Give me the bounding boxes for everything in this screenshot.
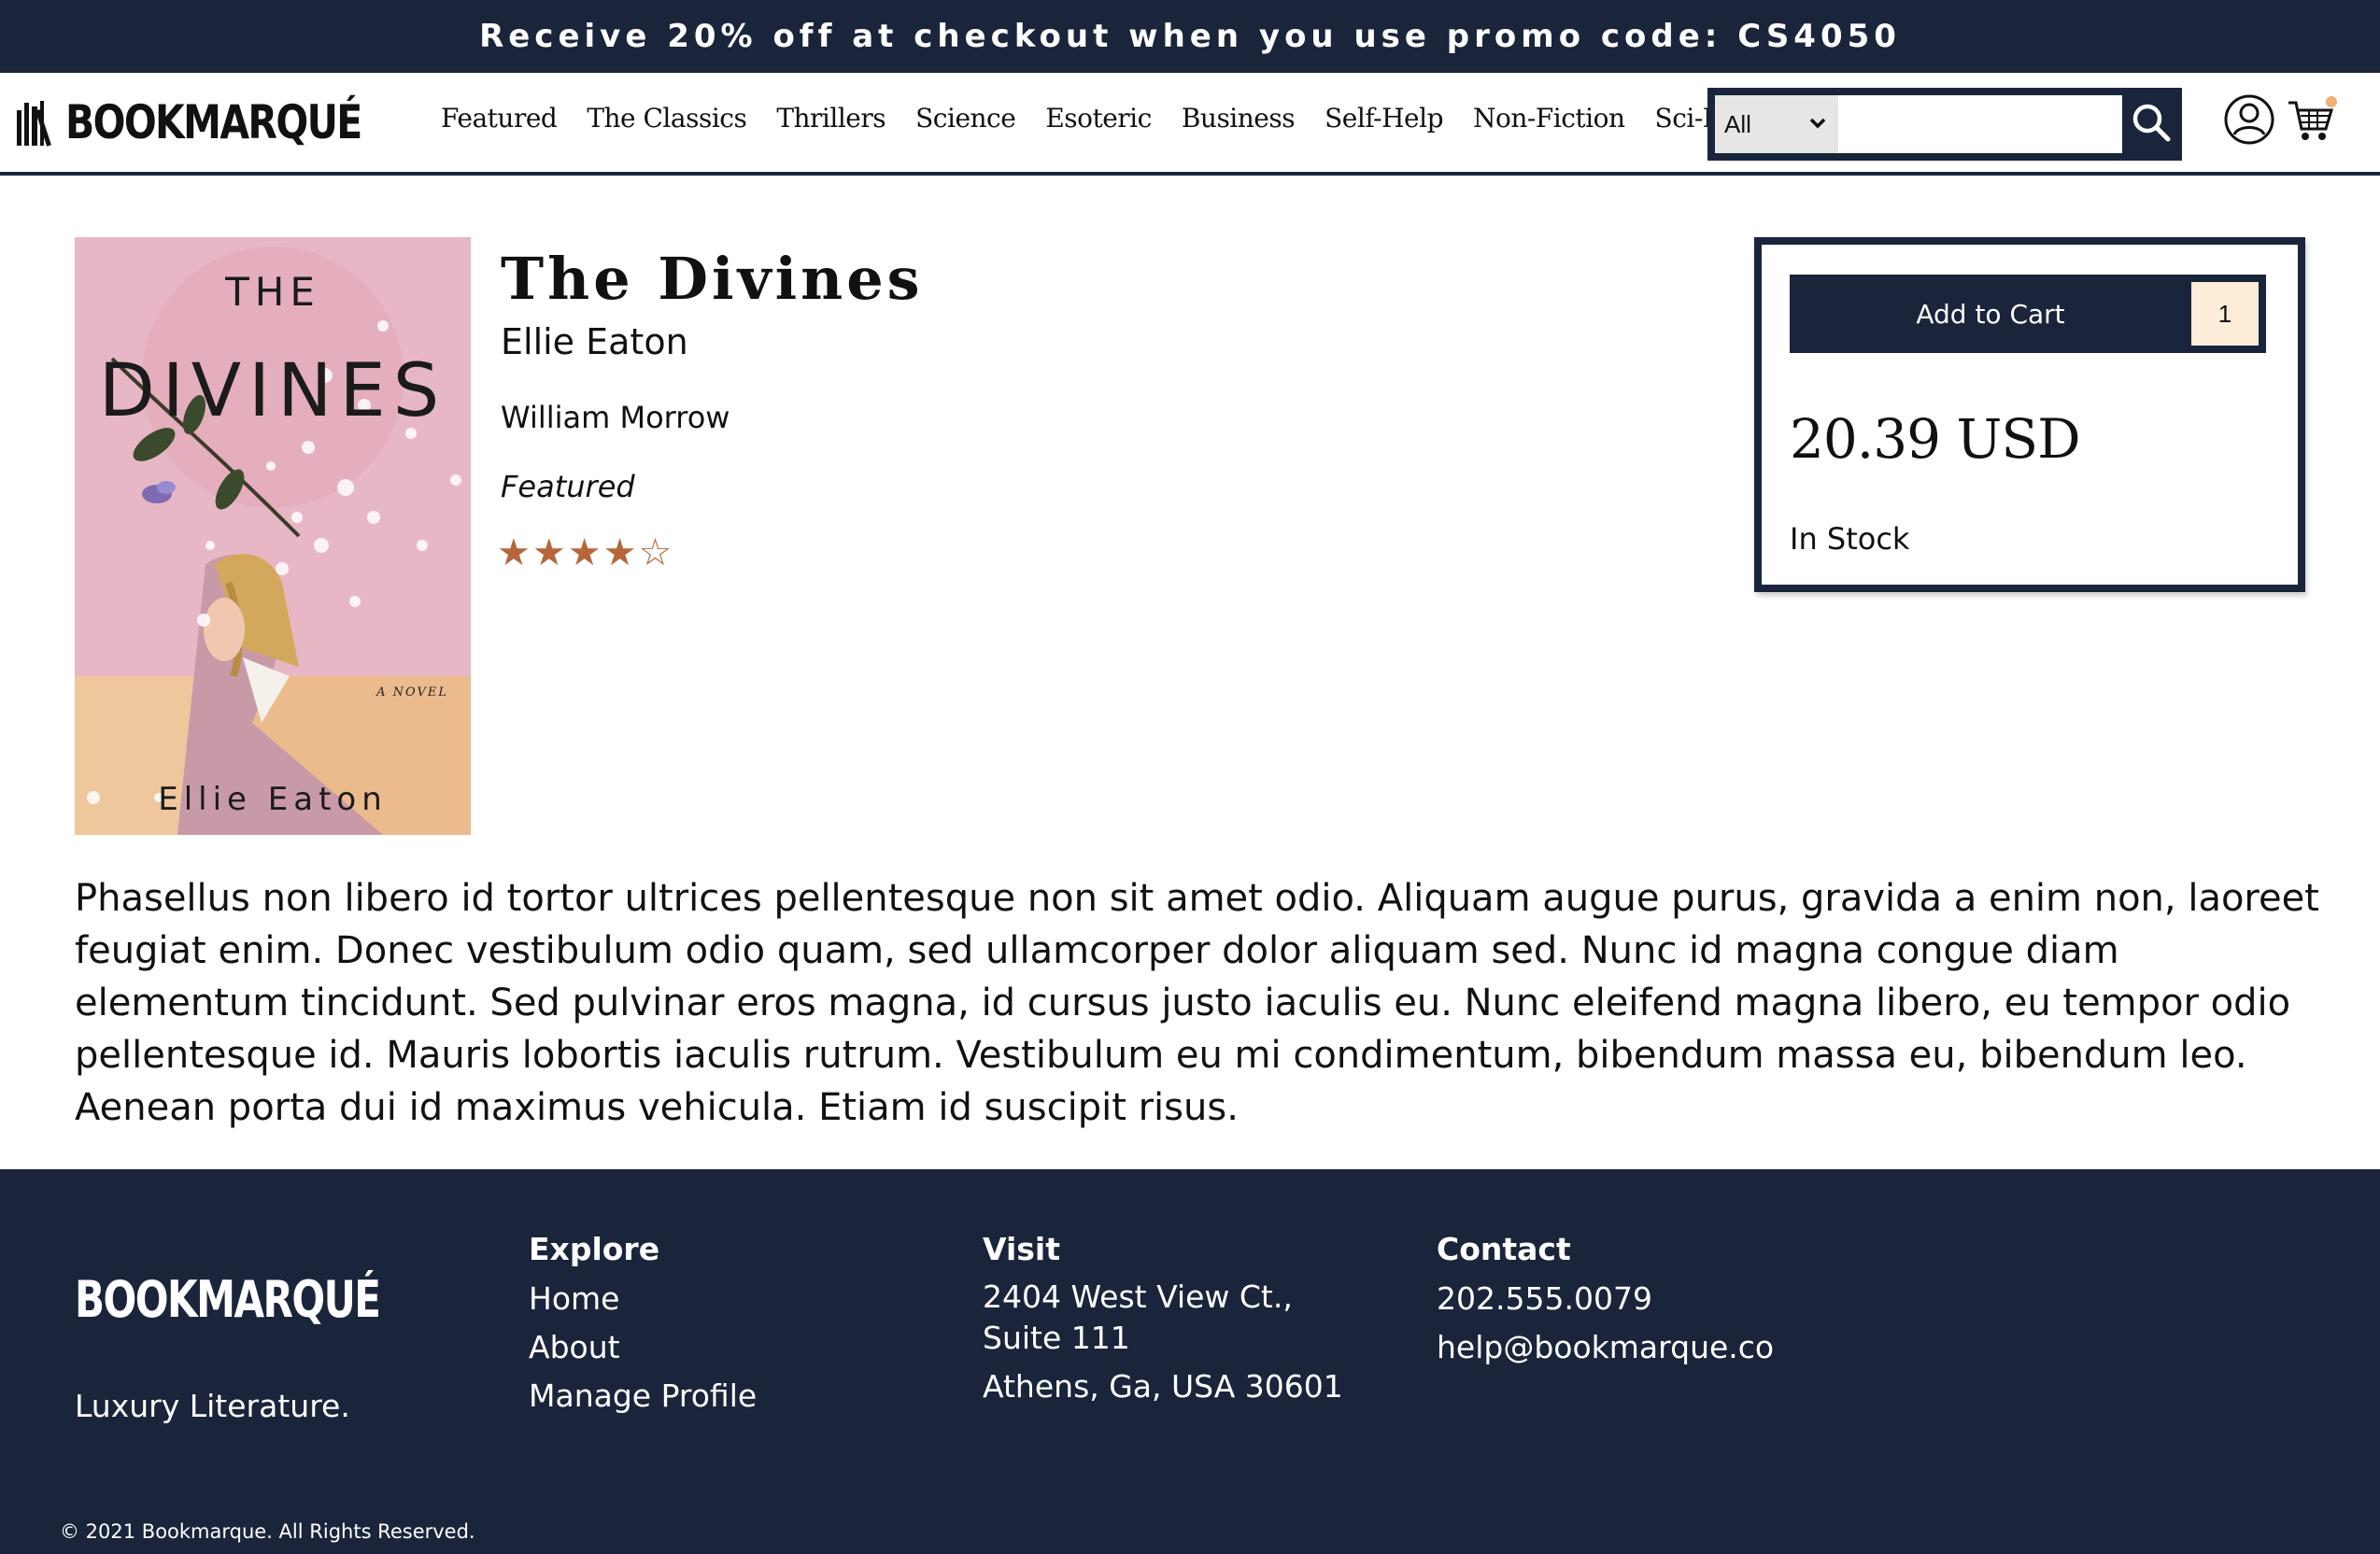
product-publisher: William Morrow xyxy=(501,400,730,435)
product-category: Featured xyxy=(501,469,635,504)
books-logo-icon xyxy=(17,99,54,147)
site-logo[interactable]: BOOKMARQUÉ xyxy=(17,90,426,155)
search-icon xyxy=(2131,102,2172,147)
star-filled-icon: ★ xyxy=(497,531,531,574)
star-rating: ★ ★ ★ ★ ☆ xyxy=(497,534,672,572)
footer-contact: Contact 202.555.0079 help@bookmarque.co xyxy=(1437,1231,1774,1372)
star-filled-icon: ★ xyxy=(531,531,566,574)
footer-link-about[interactable]: About xyxy=(529,1323,757,1372)
footer-visit-heading: Visit xyxy=(983,1231,1060,1267)
search-input[interactable] xyxy=(1838,95,2122,153)
cover-tagline: A NOVEL xyxy=(376,685,448,699)
buy-box: Add to Cart 1 20.39 USD In Stock xyxy=(1754,237,2305,592)
star-empty-icon: ☆ xyxy=(638,531,673,574)
cover-artwork xyxy=(75,237,471,835)
nav-thrillers[interactable]: Thrillers xyxy=(776,103,885,134)
nav-self-help[interactable]: Self-Help xyxy=(1325,103,1443,134)
footer-contact-heading: Contact xyxy=(1437,1231,1571,1267)
product-description: Phasellus non libero id tortor ultrices … xyxy=(75,877,2319,1129)
quantity-input[interactable]: 1 xyxy=(2191,282,2259,346)
cart-icon[interactable] xyxy=(2287,95,2339,146)
promo-banner: Receive 20% off at checkout when you use… xyxy=(0,0,2380,73)
nav-business[interactable]: Business xyxy=(1182,103,1296,134)
nav-science[interactable]: Science xyxy=(915,103,1016,134)
chevron-down-icon xyxy=(1808,108,1827,147)
user-icon[interactable] xyxy=(2223,93,2275,146)
footer-logo[interactable]: BOOKMARQUÉ xyxy=(75,1270,381,1329)
product-price: 20.39 USD xyxy=(1790,407,2081,471)
add-to-cart-button[interactable]: Add to Cart 1 xyxy=(1790,275,2266,353)
footer-explore: Explore Home About Manage Profile xyxy=(529,1231,757,1420)
main-nav: Featured The Classics Thrillers Science … xyxy=(441,103,1758,134)
search-category-select[interactable]: All xyxy=(1715,95,1838,153)
stock-status: In Stock xyxy=(1790,521,1910,557)
search-button[interactable] xyxy=(2122,95,2180,153)
footer-tagline: Luxury Literature. xyxy=(75,1388,350,1424)
footer-address-line1: 2404 West View Ct., Suite 111 xyxy=(983,1279,1293,1356)
search-category-value: All xyxy=(1724,109,1751,138)
footer-email[interactable]: help@bookmarque.co xyxy=(1437,1323,1774,1372)
footer-address-line2: Athens, Ga, USA 30601 xyxy=(983,1368,1343,1405)
product-author[interactable]: Ellie Eaton xyxy=(501,321,688,362)
cover-title-top: THE xyxy=(225,269,320,315)
promo-text: Receive 20% off at checkout when you use… xyxy=(479,18,1901,55)
footer-explore-heading: Explore xyxy=(529,1231,660,1267)
footer-phone[interactable]: 202.555.0079 xyxy=(1437,1275,1774,1323)
star-filled-icon: ★ xyxy=(567,531,602,574)
nav-the-classics[interactable]: The Classics xyxy=(587,103,747,134)
copyright: © 2021 Bookmarque. All Rights Reserved. xyxy=(60,1520,475,1543)
nav-featured[interactable]: Featured xyxy=(441,103,558,134)
nav-esoteric[interactable]: Esoteric xyxy=(1045,103,1152,134)
site-header: BOOKMARQUÉ Featured The Classics Thrille… xyxy=(0,73,2380,176)
footer-link-manage-profile[interactable]: Manage Profile xyxy=(529,1372,757,1420)
footer-visit: Visit 2404 West View Ct., Suite 111 Athe… xyxy=(983,1231,1356,1407)
cover-author: Ellie Eaton xyxy=(158,781,388,818)
cover-title-main: DIVINES xyxy=(98,349,447,433)
footer-link-home[interactable]: Home xyxy=(529,1275,757,1323)
logo-wordmark: BOOKMARQUÉ xyxy=(65,95,362,149)
add-to-cart-label: Add to Cart xyxy=(1916,298,2065,330)
nav-non-fiction[interactable]: Non-Fiction xyxy=(1473,103,1625,134)
site-footer: BOOKMARQUÉ Luxury Literature. Explore Ho… xyxy=(0,1169,2380,1554)
search-bar: All xyxy=(1707,88,2182,161)
star-filled-icon: ★ xyxy=(602,531,637,574)
book-cover-image: THE DIVINES A NOVEL Ellie Eaton xyxy=(75,237,471,835)
product-title: The Divines xyxy=(501,245,924,313)
